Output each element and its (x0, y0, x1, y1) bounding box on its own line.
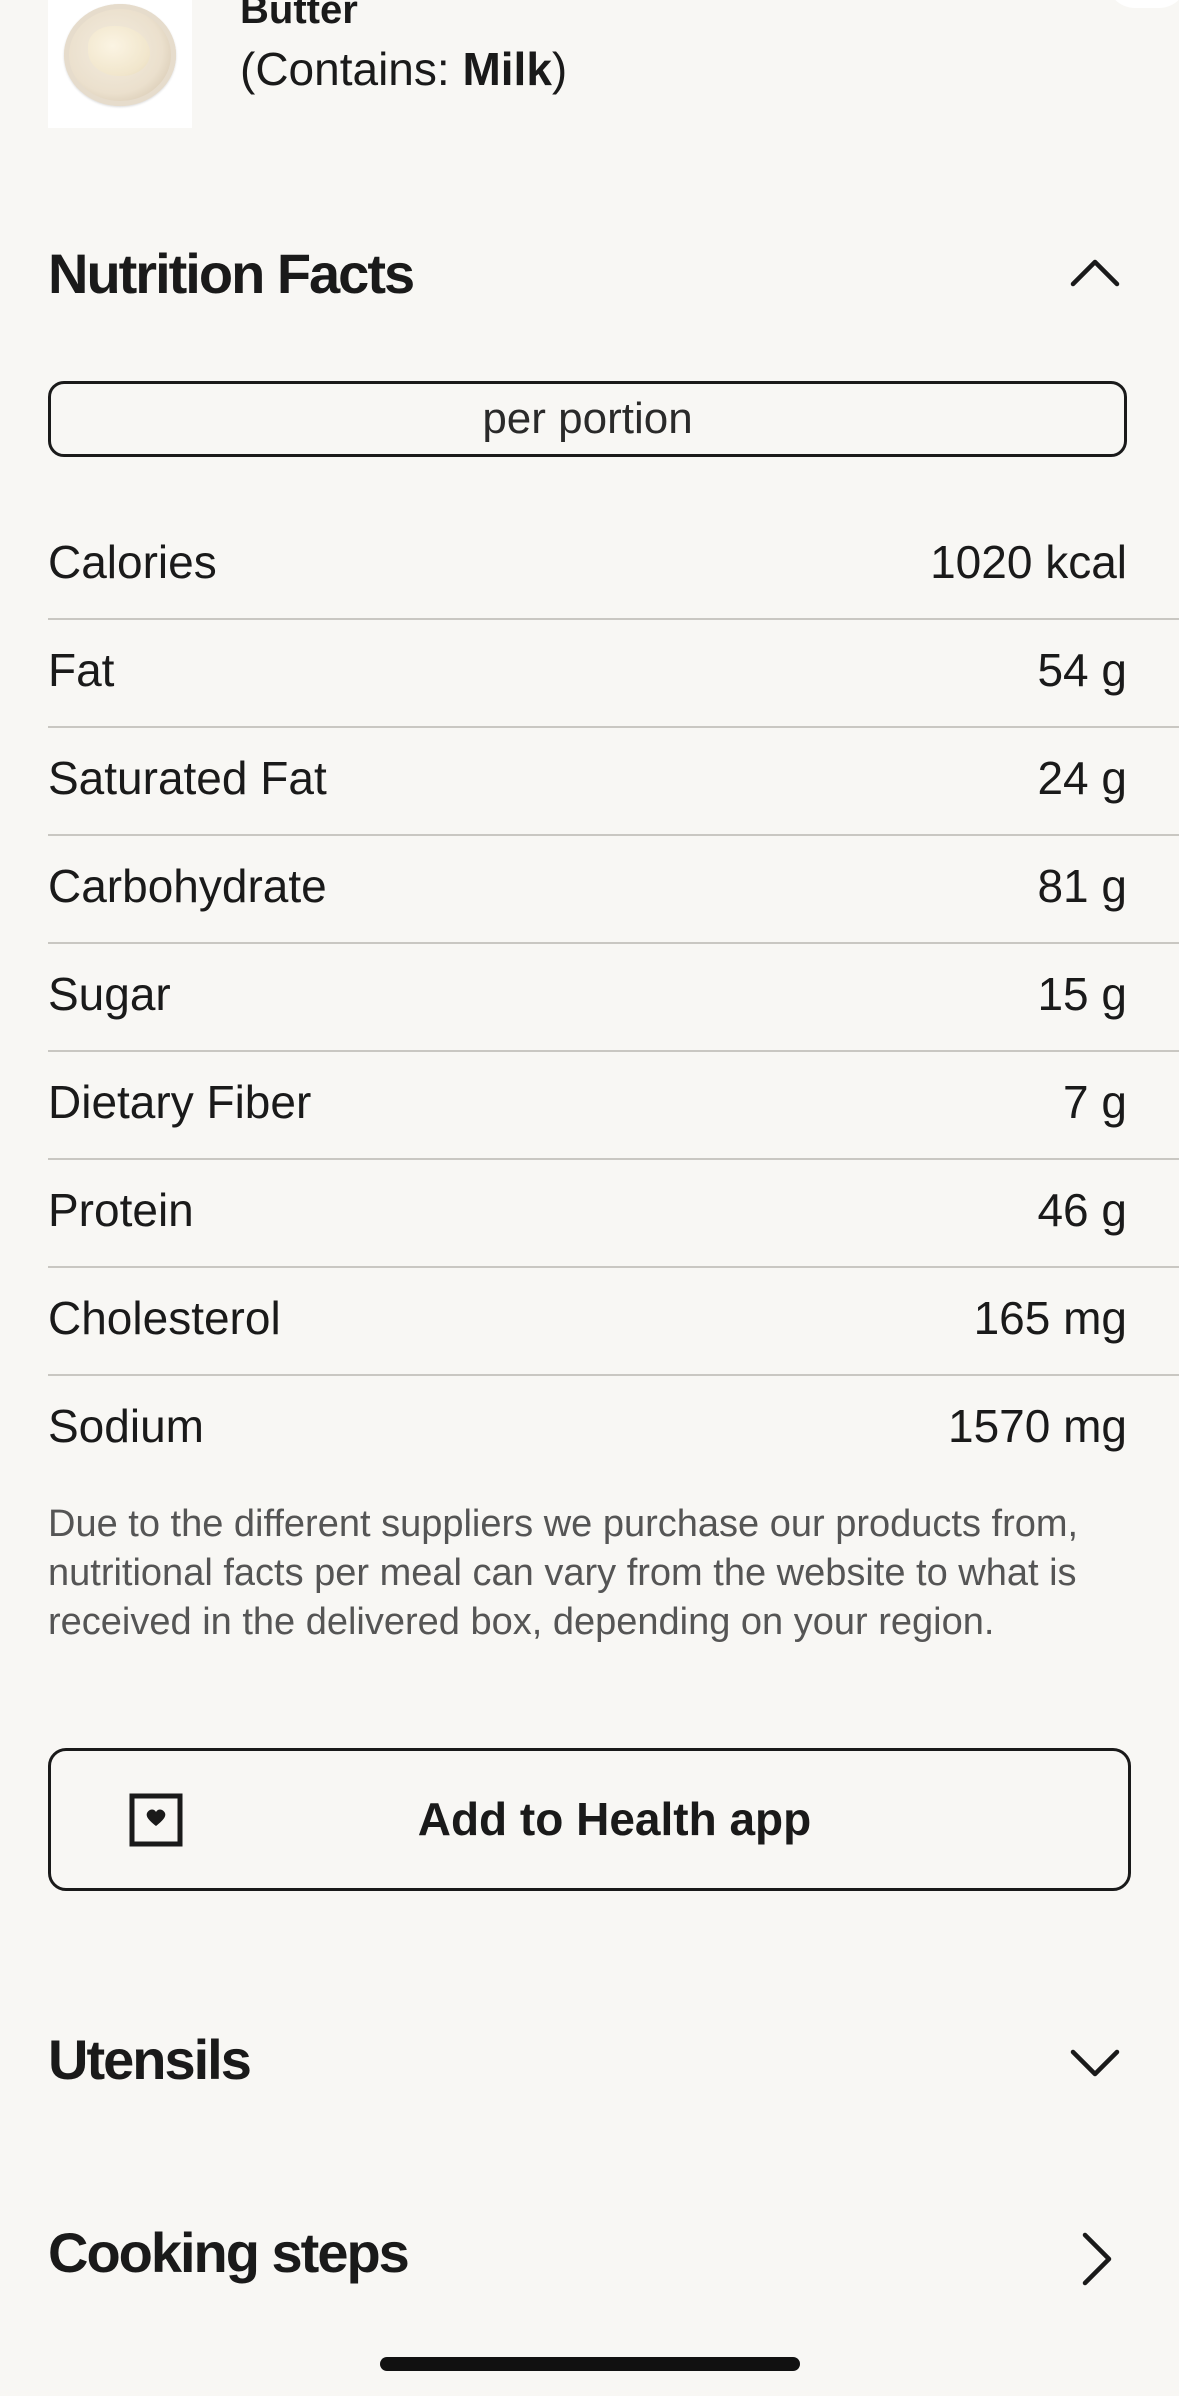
allergen-suffix: ) (551, 43, 568, 95)
nutrition-value: 1020 kcal (930, 536, 1127, 588)
nutrition-label: Dietary Fiber (48, 1076, 312, 1128)
nutrition-label: Calories (48, 536, 217, 588)
nutrition-facts-header[interactable]: Nutrition Facts (48, 234, 1131, 314)
add-to-health-app-button[interactable]: Add to Health app (48, 1748, 1131, 1891)
nutrition-label: Protein (48, 1184, 194, 1236)
nutrition-value: 15 g (1037, 968, 1127, 1020)
nutrition-value: 165 mg (973, 1292, 1127, 1344)
add-to-health-app-label: Add to Health app (417, 1793, 812, 1845)
nutrition-label: Carbohydrate (48, 860, 327, 912)
allergen-prefix: (Contains: (240, 43, 463, 95)
nutrition-table: Calories 1020 kcal Fat 54 g Saturated Fa… (48, 512, 1179, 1484)
utensils-header[interactable]: Utensils (48, 2020, 1131, 2100)
nutrition-row-cholesterol: Cholesterol 165 mg (48, 1268, 1179, 1376)
nutrition-row-protein: Protein 46 g (48, 1160, 1179, 1268)
nutrition-label: Sugar (48, 968, 171, 1020)
nutrition-disclaimer: Due to the different suppliers we purcha… (48, 1503, 1079, 1643)
nutrition-value: 81 g (1037, 860, 1127, 912)
utensils-title: Utensils (48, 2028, 252, 2091)
allergen-name: Milk (462, 43, 552, 95)
nutrition-label: Cholesterol (48, 1292, 281, 1344)
nutrition-row-sodium: Sodium 1570 mg (48, 1376, 1179, 1484)
home-indicator[interactable] (380, 2357, 800, 2371)
nutrition-row-dietary-fiber: Dietary Fiber 7 g (48, 1052, 1179, 1160)
nutrition-value: 54 g (1037, 644, 1127, 696)
nutrition-row-saturated-fat: Saturated Fat 24 g (48, 728, 1179, 836)
ingredient-item-butter: Butter (Contains: Milk) (48, 0, 1131, 130)
nutrition-label: Sodium (48, 1400, 204, 1452)
chevron-right-icon[interactable] (1065, 2229, 1125, 2289)
chevron-down-icon[interactable] (1065, 2030, 1125, 2090)
butter-image (48, 0, 192, 128)
nutrition-value: 46 g (1037, 1184, 1127, 1236)
nutrition-facts-title: Nutrition Facts (48, 242, 415, 305)
nutrition-row-carbohydrate: Carbohydrate 81 g (48, 836, 1179, 944)
nutrition-label: Fat (48, 644, 115, 696)
nutrition-row-calories: Calories 1020 kcal (48, 512, 1179, 620)
cooking-steps-title: Cooking steps (48, 2221, 410, 2284)
nutrition-row-sugar: Sugar 15 g (48, 944, 1179, 1052)
nutrition-value: 24 g (1037, 752, 1127, 804)
nutrition-value: 7 g (1063, 1076, 1127, 1128)
chevron-up-icon[interactable] (1065, 244, 1125, 304)
per-portion-toggle[interactable]: per portion (48, 381, 1127, 457)
cooking-steps-header[interactable]: Cooking steps (48, 2213, 1131, 2293)
nutrition-label: Saturated Fat (48, 752, 327, 804)
ingredient-name: Butter (240, 0, 358, 32)
nutrition-value: 1570 mg (947, 1400, 1127, 1452)
ingredient-allergen-note: (Contains: Milk) (240, 46, 567, 92)
nutrition-row-fat: Fat 54 g (48, 620, 1179, 728)
